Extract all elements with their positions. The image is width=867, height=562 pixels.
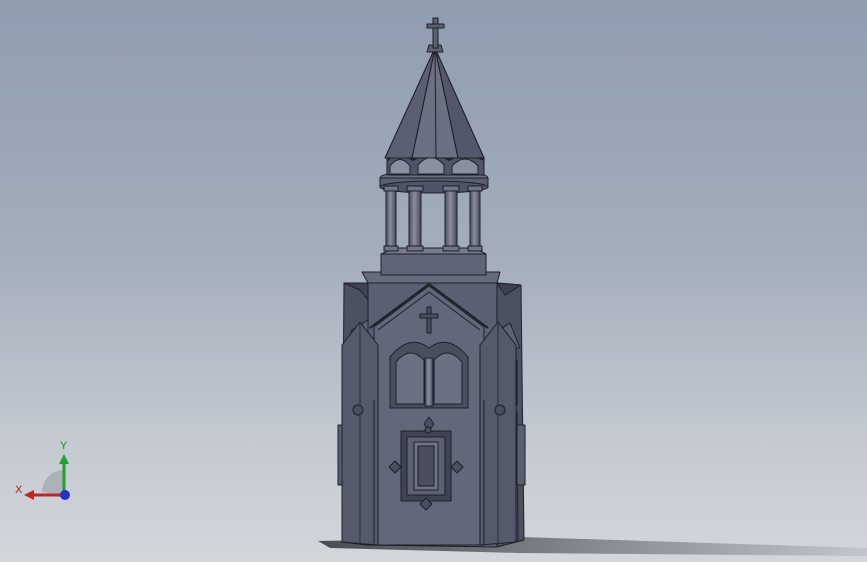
top-cross-icon (426, 17, 445, 49)
right-ornament (494, 404, 506, 416)
graphics-viewport[interactable]: X Y (0, 0, 867, 562)
y-axis-label: Y (60, 440, 68, 452)
x-axis-label: X (15, 484, 23, 496)
triad-graphic (24, 454, 70, 500)
bell-tower-model[interactable] (0, 0, 867, 562)
front-door (400, 430, 452, 502)
bell-tower-columns (383, 185, 483, 252)
orientation-triad[interactable]: X Y (12, 440, 82, 510)
left-ornament (352, 404, 364, 416)
twin-arched-window (389, 341, 469, 409)
tower-base (380, 253, 487, 276)
conical-roof (384, 44, 485, 159)
z-axis-dot (60, 490, 70, 500)
